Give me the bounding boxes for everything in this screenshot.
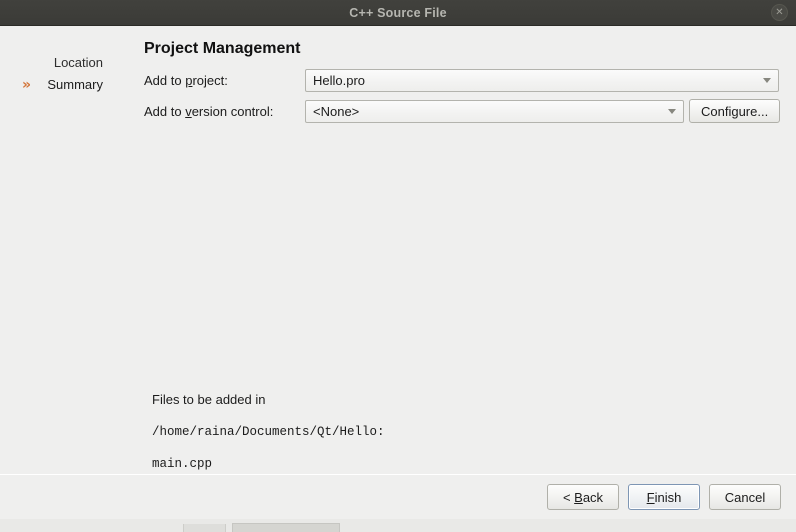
add-to-version-control-value: <None> [313,103,360,119]
project-management-form: Add to project: Hello.pro Add to version… [144,68,780,123]
dialog-title: C++ Source File [349,5,447,20]
background-tab-left [183,524,226,532]
sidebar-item-label-location: Location [53,55,103,70]
cancel-button[interactable]: Cancel [709,484,781,510]
back-button-mnemonic: B [574,489,583,505]
dialog-footer: < Back Finish Cancel [0,475,796,519]
label-add-to-version-control: Add to version control: [144,104,305,119]
label-add-to-project-pre: Add to [144,72,186,88]
label-add-to-project: Add to project: [144,73,305,88]
summary-file-list: main.cpp [152,457,213,471]
form-row-add-to-version-control: Add to version control: <None> Configure… [144,99,780,123]
summary-heading: Files to be added in [152,392,266,407]
sidebar-item-label-summary: Summary [47,77,103,92]
close-icon[interactable]: ✕ [771,4,788,21]
cancel-button-label: Cancel [724,489,766,505]
back-button-pre: < [562,489,575,505]
background-window-sliver [0,519,796,532]
dialog-titlebar: C++ Source File ✕ [0,0,796,26]
label-vcs-pre: Add to [144,103,186,119]
cpp-source-file-wizard-dialog: C++ Source File ✕ Location » Summary Pro… [0,0,796,519]
page-title: Project Management [144,40,301,57]
sidebar-item-location[interactable]: Location [0,52,118,74]
form-row-add-to-project: Add to project: Hello.pro [144,68,780,92]
summary-target-path: /home/raina/Documents/Qt/Hello: [152,425,385,439]
chevron-double-right-icon: » [22,77,32,93]
wizard-page-content: Project Management Add to project: Hello… [144,26,780,131]
add-to-project-combobox[interactable]: Hello.pro [305,68,779,92]
wizard-step-list: Location » Summary [0,52,118,96]
finish-button[interactable]: Finish [628,484,700,510]
chevron-down-icon [667,109,676,114]
add-to-project-value: Hello.pro [313,72,366,88]
label-vcs-post: ersion control: [191,103,274,119]
add-to-version-control-combobox[interactable]: <None> [305,99,684,123]
configure-button[interactable]: Configure... [688,99,780,123]
sidebar-item-summary[interactable]: » Summary [0,74,118,96]
finish-button-post: inish [654,489,682,505]
back-button[interactable]: < Back [547,484,619,510]
finish-button-mnemonic: F [646,489,655,505]
chevron-down-icon [763,78,771,83]
dialog-body: Location » Summary Project Management Ad… [0,26,796,519]
back-button-post: ack [582,489,604,505]
background-tab-right [232,523,340,532]
label-add-to-project-post: roject: [192,72,228,88]
